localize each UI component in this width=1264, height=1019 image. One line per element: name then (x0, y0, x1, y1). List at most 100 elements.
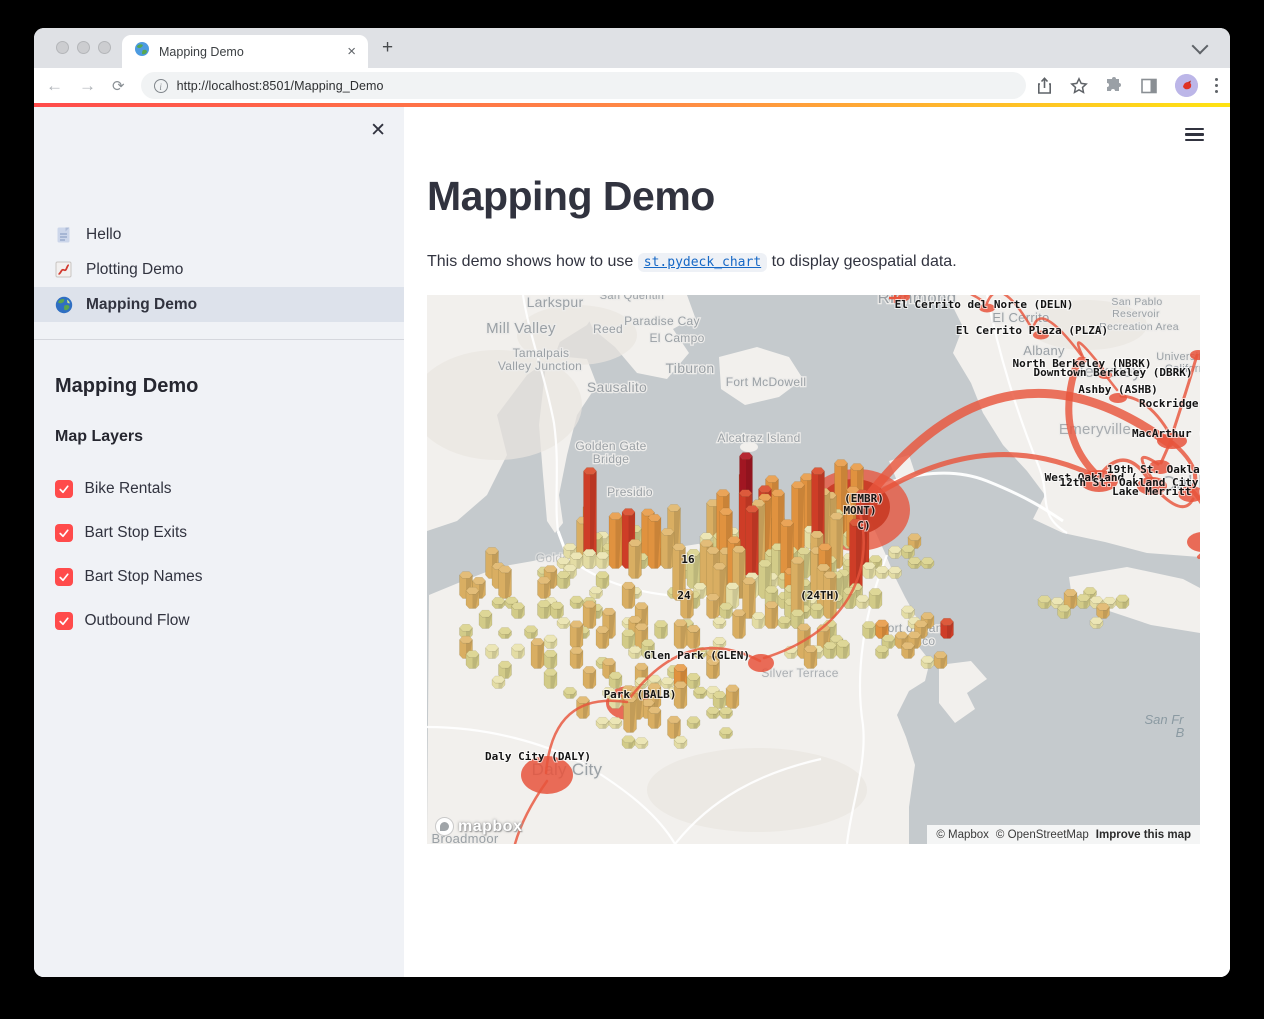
svg-text:Glen Park (GLEN): Glen Park (GLEN) (644, 649, 750, 662)
address-bar[interactable]: i http://localhost:8501/Mapping_Demo (141, 72, 1026, 99)
svg-text:San Quentin: San Quentin (600, 295, 664, 302)
url-text[interactable]: http://localhost:8501/Mapping_Demo (177, 79, 384, 93)
layer-checkboxes: Bike Rentals Bart Stop Exits Bart Stop N… (55, 467, 394, 643)
checkbox-checked-icon[interactable] (55, 480, 73, 498)
sidebar-item-label: Plotting Demo (86, 261, 183, 279)
svg-text:Tamalpais: Tamalpais (513, 346, 570, 360)
browser-tab[interactable]: Mapping Demo × (122, 35, 368, 68)
intro-text-before: This demo shows how to use (427, 253, 638, 270)
sidebar-section-map-layers: Map Layers (55, 428, 143, 446)
svg-text:Fort McDowell: Fort McDowell (726, 375, 807, 389)
streamlit-app: ✕ Hello Plotting Demo (34, 103, 1230, 977)
svg-text:MacArthur (MCAR): MacArthur (MCAR) (1132, 427, 1200, 440)
globe-icon (55, 296, 73, 314)
svg-text:Lake Merritt (LAKE): Lake Merritt (LAKE) (1112, 485, 1200, 498)
back-button[interactable]: ← (46, 76, 63, 96)
sidebar-close-icon[interactable]: ✕ (370, 121, 386, 140)
globe-icon (134, 41, 150, 62)
pydeck-chart-doc-link[interactable]: st.pydeck_chart (638, 253, 767, 272)
main-content: Mapping Demo This demo shows how to use … (404, 107, 1230, 977)
minimize-window-button[interactable] (77, 41, 90, 54)
forward-button[interactable]: → (79, 76, 96, 96)
checkbox-checked-icon[interactable] (55, 524, 73, 542)
sidebar-item-mapping-demo[interactable]: Mapping Demo (34, 287, 404, 322)
new-tab-button[interactable]: + (382, 37, 393, 59)
map-canvas: San Quentin Larkspur Mill Valley ReedParadi… (427, 295, 1200, 844)
svg-text:Rockridge (RO: Rockridge (RO (1139, 397, 1200, 410)
checkbox-bart-stop-exits[interactable]: Bart Stop Exits (55, 511, 394, 555)
window-controls (56, 41, 111, 54)
svg-text:Paradise Cay: Paradise Cay (624, 314, 700, 328)
extensions-puzzle-icon[interactable] (1105, 77, 1123, 95)
svg-text:B: B (1176, 725, 1185, 740)
page-title: Mapping Demo (427, 173, 715, 220)
sidebar-divider (34, 339, 404, 340)
sidebar-item-label: Hello (86, 226, 121, 244)
tab-search-chevron-icon[interactable] (1192, 38, 1209, 55)
tab-title: Mapping Demo (159, 45, 338, 59)
browser-toolbar: ← → ⟳ i http://localhost:8501/Mapping_De… (34, 68, 1230, 103)
svg-text:Larkspur: Larkspur (527, 295, 584, 310)
pydeck-map[interactable]: San Quentin Larkspur Mill Valley ReedParadi… (427, 295, 1200, 844)
sidebar: ✕ Hello Plotting Demo (34, 107, 404, 977)
profile-avatar[interactable] (1175, 74, 1198, 97)
svg-text:Silver Terrace: Silver Terrace (761, 666, 838, 680)
osm-attribution-link[interactable]: © OpenStreetMap (996, 829, 1089, 841)
mapbox-attribution-link[interactable]: © Mapbox (936, 829, 989, 841)
close-window-button[interactable] (56, 41, 69, 54)
document-icon (55, 226, 73, 244)
svg-text:Recreation Area: Recreation Area (1099, 321, 1179, 333)
share-icon[interactable] (1036, 77, 1053, 95)
svg-text:Sausalito: Sausalito (587, 379, 647, 395)
svg-text:San Pablo: San Pablo (1111, 296, 1162, 308)
bookmark-star-icon[interactable] (1070, 77, 1088, 95)
svg-text:Reservoir: Reservoir (1112, 308, 1160, 320)
tab-strip: Mapping Demo × + (34, 28, 1230, 68)
svg-text:Valley Junction: Valley Junction (498, 359, 582, 373)
sidebar-nav: Hello Plotting Demo Mapping Demo (34, 217, 404, 322)
improve-map-link[interactable]: Improve this map (1096, 829, 1191, 841)
svg-text:El Campo: El Campo (649, 331, 704, 345)
zoom-window-button[interactable] (98, 41, 111, 54)
checkbox-label: Bart Stop Names (85, 568, 203, 586)
reload-button[interactable]: ⟳ (112, 77, 125, 95)
svg-text:Reed: Reed (593, 322, 623, 336)
checkbox-label: Bike Rentals (85, 480, 172, 498)
svg-text:Tiburon: Tiburon (665, 360, 714, 376)
map-attribution: © Mapbox © OpenStreetMap Improve this ma… (927, 825, 1200, 844)
svg-text:MONT): MONT) (843, 504, 876, 517)
sidebar-item-plotting-demo[interactable]: Plotting Demo (34, 252, 404, 287)
svg-text:C): C) (857, 519, 870, 532)
svg-text:Alcatraz Island: Alcatraz Island (717, 431, 800, 445)
tab-close-icon[interactable]: × (347, 44, 356, 59)
checkbox-checked-icon[interactable] (55, 568, 73, 586)
menu-kebab-icon[interactable] (1215, 78, 1219, 94)
svg-text:16: 16 (681, 553, 695, 566)
site-info-icon[interactable]: i (154, 79, 168, 93)
svg-text:El Cerrito del Norte (DELN): El Cerrito del Norte (DELN) (895, 298, 1074, 311)
app-menu-hamburger-icon[interactable] (1185, 125, 1204, 144)
checkbox-bart-stop-names[interactable]: Bart Stop Names (55, 555, 394, 599)
sidebar-item-hello[interactable]: Hello (34, 217, 404, 252)
svg-text:Presidio: Presidio (607, 485, 653, 499)
svg-text:El Cerrito Plaza (PLZA): El Cerrito Plaza (PLZA) (956, 324, 1108, 337)
svg-text:Park (BALB): Park (BALB) (604, 688, 677, 701)
mapbox-logo[interactable]: mapbox (435, 817, 522, 836)
browser-window: Mapping Demo × + ← → ⟳ i http://localhos… (34, 28, 1230, 977)
side-panel-icon[interactable] (1140, 77, 1158, 95)
checkbox-checked-icon[interactable] (55, 612, 73, 630)
svg-text:Mill Valley: Mill Valley (486, 320, 556, 337)
svg-text:Ashby (ASHB): Ashby (ASHB) (1078, 383, 1157, 396)
checkbox-bike-rentals[interactable]: Bike Rentals (55, 467, 394, 511)
svg-text:24: 24 (677, 589, 691, 602)
chart-icon (55, 261, 73, 279)
svg-text:Daly City (DALY): Daly City (DALY) (485, 750, 591, 763)
mapbox-logo-text: mapbox (458, 818, 522, 836)
sidebar-item-label: Mapping Demo (86, 296, 197, 314)
intro-text-after: to display geospatial data. (767, 253, 956, 270)
checkbox-outbound-flow[interactable]: Outbound Flow (55, 599, 394, 643)
intro-paragraph: This demo shows how to use st.pydeck_cha… (427, 253, 1187, 271)
svg-text:Downtown Berkeley (DBRK): Downtown Berkeley (DBRK) (1034, 366, 1193, 379)
checkbox-label: Bart Stop Exits (85, 524, 188, 542)
mapbox-logo-icon (435, 817, 454, 836)
